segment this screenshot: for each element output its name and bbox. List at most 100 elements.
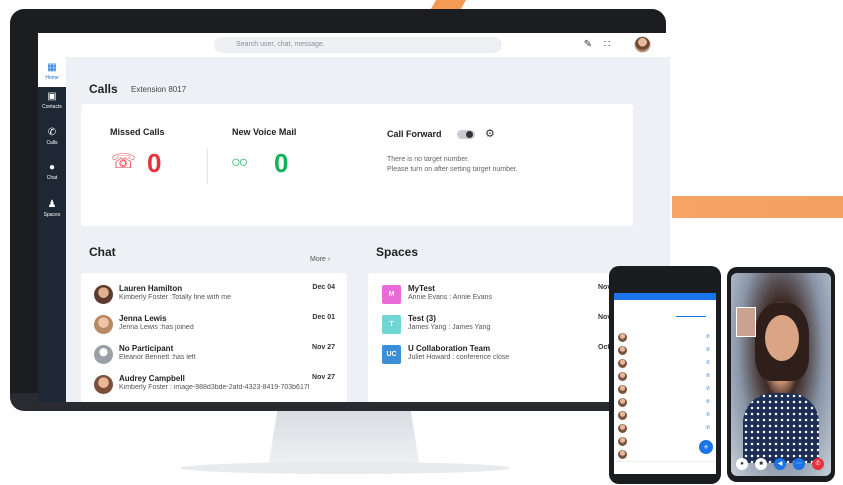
list-item[interactable]: ✆ (618, 359, 714, 369)
chat-message: Kimberly Foster :Totally fine with me (119, 294, 232, 301)
phone-video-call-device: ● ■ ◀ ⋯ ✆ (727, 267, 835, 482)
nav-contacts-label: Contacts (42, 104, 62, 110)
avatar (94, 315, 113, 334)
chat-list: Lauren Hamilton Kimberly Foster :Totally… (81, 273, 347, 402)
voicemail-icon: ○○ (231, 154, 248, 171)
phone-bottom-nav (614, 461, 716, 474)
compose-icon[interactable]: ✎ (582, 39, 594, 51)
chat-row[interactable]: Jenna Lewis Jenna Lewis :has joined Dec … (81, 311, 347, 341)
nav-spaces-label: Spaces (43, 212, 61, 218)
space-message: Juliet Howard : conference close (408, 354, 510, 361)
phone-icon: ✆ (706, 399, 711, 405)
marketing-stage: ⚲ Search user, chat, message. ✎ ∷ ▦ Home… (0, 0, 843, 485)
calls-extension: Extension 8017 (131, 85, 187, 94)
nav-home[interactable]: ▦ Home (38, 57, 66, 87)
list-item[interactable]: ✆ (618, 411, 714, 421)
decorative-orange-bar (672, 196, 843, 218)
phone-icon: ✆ (706, 412, 711, 418)
list-item[interactable]: ✆ (618, 372, 714, 382)
mic-icon[interactable]: ● (736, 458, 748, 470)
list-item[interactable]: ✆ (618, 424, 714, 434)
phone-icon: ✆ (706, 347, 711, 353)
list-item[interactable]: ✆ (618, 346, 714, 356)
app-screen: ⚲ Search user, chat, message. ✎ ∷ ▦ Home… (38, 33, 670, 402)
nav-spaces[interactable]: ♟ Spaces (38, 199, 66, 225)
list-item[interactable]: ✆ (618, 398, 714, 408)
chat-name: No Participant (119, 344, 174, 353)
avatar (618, 398, 627, 407)
more-options-icon[interactable]: ⋯ (793, 458, 805, 470)
avatar (618, 372, 627, 381)
search-input[interactable]: Search user, chat, message. (214, 37, 502, 53)
chat-name: Audrey Campbell (119, 374, 185, 383)
phone-icon: ✆ (706, 425, 711, 431)
calls-title: Calls (89, 82, 118, 96)
list-item[interactable] (618, 450, 714, 460)
space-name: MyTest (408, 284, 435, 293)
speaker-icon[interactable]: ◀ (774, 458, 786, 470)
chat-date: Dec 04 (312, 284, 335, 291)
gear-icon[interactable]: ⚙ (485, 128, 495, 140)
apps-grid-icon[interactable]: ∷ (601, 39, 613, 51)
call-forward-toggle[interactable] (457, 130, 475, 139)
avatar (618, 424, 627, 433)
end-call-icon[interactable]: ✆ (812, 458, 824, 470)
chat-message: Eleanor Bennett :has left (119, 354, 196, 361)
nav-calls-label: Calls (46, 140, 58, 146)
phone-contacts-screen: ✆ ✆ ✆ ✆ ✆ ✆ ✆ ✆ + (614, 293, 716, 474)
spaces-title: Spaces (376, 245, 419, 259)
add-contact-button[interactable]: + (699, 440, 713, 454)
avatar (94, 285, 113, 304)
forward-note-line1: There is no target number. (387, 156, 470, 163)
nav-calls[interactable]: ✆ Calls (38, 127, 66, 153)
phone-icon: ✆ (706, 334, 711, 340)
voicemail-count[interactable]: 0 (274, 148, 288, 179)
space-message: Annie Evans : Annie Evans (408, 294, 493, 301)
caller-face (765, 315, 799, 361)
nav-contacts[interactable]: ▣ Contacts (38, 91, 66, 117)
group-icon: ♟ (47, 199, 57, 210)
camera-icon[interactable]: ■ (755, 458, 767, 470)
phone-icon: ✆ (706, 360, 711, 366)
avatar (618, 359, 627, 368)
phone-tab-underline (676, 316, 706, 317)
avatar (94, 375, 113, 394)
chat-date: Nov 27 (312, 344, 335, 351)
self-view-thumbnail[interactable] (736, 307, 756, 337)
user-avatar[interactable] (634, 36, 651, 53)
list-item[interactable]: ✆ (618, 333, 714, 343)
chat-more-link[interactable]: More › (310, 256, 330, 263)
left-nav: ▦ Home ▣ Contacts ✆ Calls ● Chat ♟ Space… (38, 57, 66, 402)
chat-message: Jenna Lewis :has joined (119, 324, 194, 331)
phone-contacts-device: ✆ ✆ ✆ ✆ ✆ ✆ ✆ ✆ + (609, 266, 721, 484)
monitor-stand (268, 411, 420, 469)
avatar (618, 333, 627, 342)
space-badge: T (382, 315, 401, 334)
space-badge: UC (382, 345, 401, 364)
chat-row[interactable]: Audrey Campbell Kimberly Foster : image-… (81, 371, 347, 401)
avatar (618, 346, 627, 355)
avatar (618, 385, 627, 394)
calls-divider (207, 148, 208, 184)
grid-icon: ▦ (47, 62, 57, 73)
missed-calls-count[interactable]: 0 (147, 148, 161, 179)
chat-name: Lauren Hamilton (119, 284, 183, 293)
avatar (618, 411, 627, 420)
chat-row[interactable]: Lauren Hamilton Kimberly Foster :Totally… (81, 281, 347, 311)
space-name: U Collaboration Team (408, 344, 491, 353)
caller-shirt (743, 393, 819, 463)
missed-call-icon: ☏ (111, 151, 137, 173)
chevron-right-icon: › (327, 256, 331, 263)
chat-title: Chat (89, 245, 116, 259)
nav-home-label: Home (45, 75, 59, 81)
nav-chat[interactable]: ● Chat (38, 162, 66, 188)
video-call-screen: ● ■ ◀ ⋯ ✆ (731, 273, 831, 476)
chat-message: Kimberly Foster : image-988d3bde-2afd-43… (119, 384, 309, 391)
contact-card-icon: ▣ (47, 91, 57, 102)
voicemail-label: New Voice Mail (232, 127, 297, 137)
space-date: Oct (598, 344, 610, 351)
chat-bubble-icon: ● (48, 162, 56, 173)
list-item[interactable]: ✆ (618, 385, 714, 395)
chat-date: Nov 27 (312, 374, 335, 381)
chat-row[interactable]: No Participant Eleanor Bennett :has left… (81, 341, 347, 371)
